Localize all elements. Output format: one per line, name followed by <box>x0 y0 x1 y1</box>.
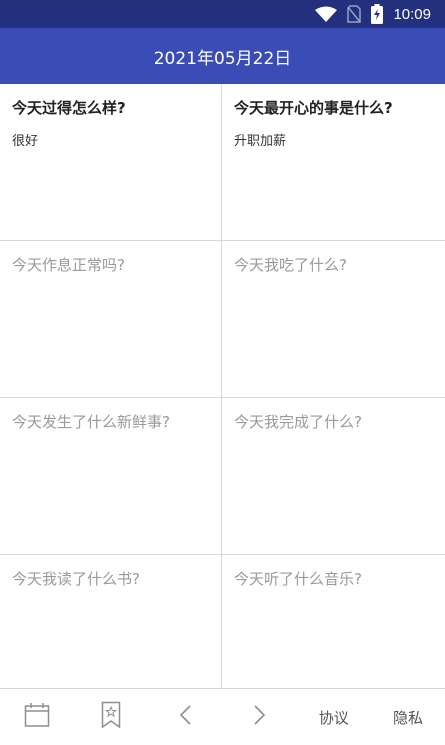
status-bar: 10:09 <box>0 0 445 28</box>
question-cell-6[interactable]: 今天我完成了什么? <box>222 398 445 555</box>
prev-icon <box>178 704 192 730</box>
privacy-label: 隐私 <box>392 708 423 727</box>
question-cell-4[interactable]: 今天我吃了什么? <box>222 241 445 398</box>
question-cell-3[interactable]: 今天作息正常吗? <box>0 241 222 398</box>
question-text: 今天过得怎么样? <box>12 99 126 117</box>
no-sim-icon <box>347 5 362 23</box>
question-cell-2[interactable]: 今天最开心的事是什么? 升职加薪 <box>222 84 445 241</box>
answer-text: 很好 <box>12 134 39 149</box>
calendar-icon <box>24 702 50 732</box>
question-text: 今天我完成了什么? <box>234 413 362 431</box>
bookmark-icon <box>101 701 121 733</box>
question-cell-5[interactable]: 今天发生了什么新鲜事? <box>0 398 222 555</box>
protocol-label: 协议 <box>318 708 349 727</box>
question-grid: 今天过得怎么样? 很好 今天最开心的事是什么? 升职加薪 今天作息正常吗? 今天… <box>0 84 445 688</box>
wifi-icon <box>315 6 338 22</box>
question-text: 今天发生了什么新鲜事? <box>12 413 170 431</box>
battery-charging-icon <box>371 4 384 24</box>
question-cell-1[interactable]: 今天过得怎么样? 很好 <box>0 84 222 241</box>
question-text: 今天我读了什么书? <box>12 570 140 588</box>
bookmark-button[interactable] <box>74 689 148 745</box>
question-text: 今天最开心的事是什么? <box>234 99 393 117</box>
answer-text: 升职加薪 <box>234 134 287 149</box>
status-time: 10:09 <box>393 5 431 23</box>
next-button[interactable] <box>223 689 297 745</box>
prev-button[interactable] <box>148 689 222 745</box>
question-cell-8[interactable]: 今天听了什么音乐? <box>222 555 445 688</box>
bottom-toolbar: 协议 隐私 <box>0 688 445 745</box>
calendar-button[interactable] <box>0 689 74 745</box>
question-text: 今天我吃了什么? <box>234 256 347 274</box>
next-icon <box>253 704 267 730</box>
question-text: 今天听了什么音乐? <box>234 570 362 588</box>
page-title: 2021年05月22日 <box>153 48 292 69</box>
question-cell-7[interactable]: 今天我读了什么书? <box>0 555 222 688</box>
protocol-button[interactable]: 协议 <box>297 689 371 745</box>
question-text: 今天作息正常吗? <box>12 256 125 274</box>
date-header: 2021年05月22日 <box>0 28 445 84</box>
privacy-button[interactable]: 隐私 <box>371 689 445 745</box>
